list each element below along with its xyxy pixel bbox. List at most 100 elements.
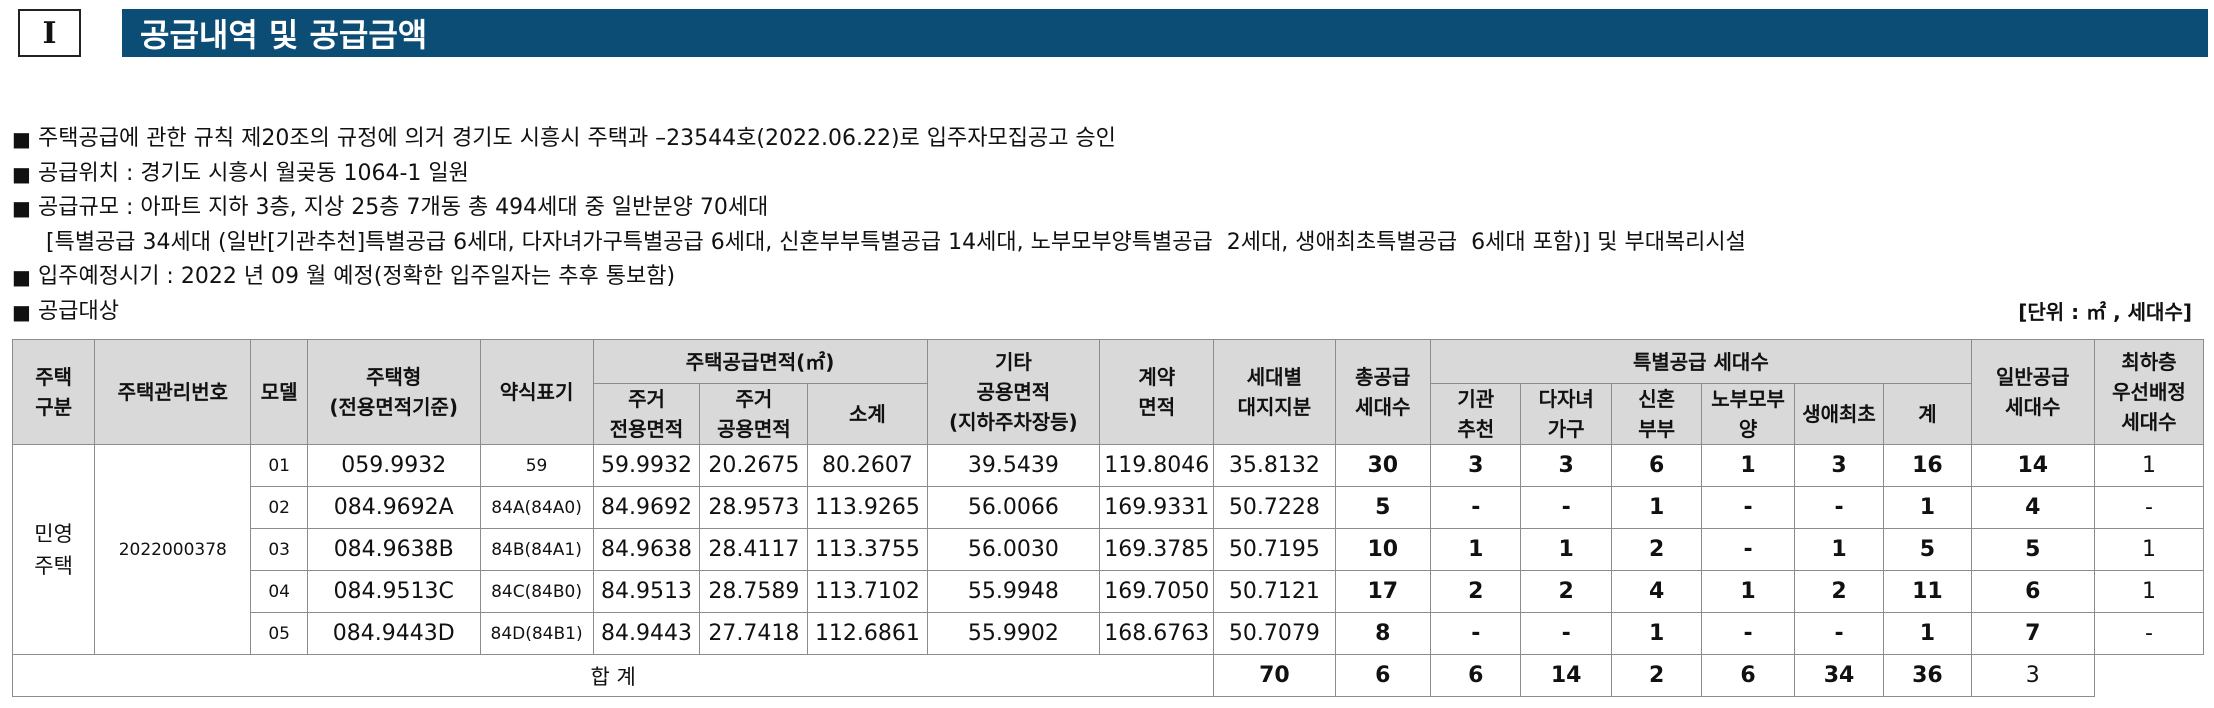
col-sp-agency: 기관 추천 bbox=[1430, 383, 1522, 445]
col-sp-total: 계 bbox=[1883, 383, 1972, 445]
cell-agency: 2 bbox=[1430, 570, 1522, 613]
cell-sp-sum: 1 bbox=[1883, 486, 1972, 529]
bullet-approval: ■ 주택공급에 관한 규칙 제20조의 규정에 의거 경기도 시흥시 주택과 –… bbox=[12, 122, 2202, 157]
cell-contract: 119.8046 bbox=[1099, 444, 1215, 487]
total-multichild-sum: 6 bbox=[1430, 654, 1522, 697]
col-mgmt-no: 주택관리번호 bbox=[94, 339, 252, 445]
cell-land: 35.8132 bbox=[1213, 444, 1336, 487]
total-special-sum: 34 bbox=[1793, 654, 1885, 697]
cell-firsttime: 1 bbox=[1793, 528, 1885, 571]
col-area-common: 주거 공용면적 bbox=[699, 383, 809, 445]
square-bullet-icon: ■ bbox=[12, 127, 31, 151]
cell-parents: 1 bbox=[1701, 570, 1795, 613]
supply-info-list: ■ 주택공급에 관한 규칙 제20조의 규정에 의거 경기도 시흥시 주택과 –… bbox=[12, 122, 2202, 329]
cell-house-type: 084.9692A bbox=[306, 486, 481, 529]
cell-firsttime: 2 bbox=[1793, 570, 1885, 613]
cell-model: 04 bbox=[250, 570, 308, 613]
cell-contract: 169.7050 bbox=[1099, 570, 1215, 613]
cell-short: 84A(84A0) bbox=[479, 486, 594, 529]
total-firsttime-sum: 6 bbox=[1701, 654, 1795, 697]
cell-total: 8 bbox=[1334, 612, 1432, 655]
bullet-scale-detail: [특별공급 34세대 (일반[기관추천]특별공급 6세대, 다자녀가구특별공급 … bbox=[46, 229, 1746, 255]
section-title: 공급내역 및 공급금액 bbox=[140, 16, 428, 54]
total-supply-sum: 70 bbox=[1213, 654, 1336, 697]
cell-parents: 1 bbox=[1701, 444, 1795, 487]
col-sp-newlywed: 신혼 부부 bbox=[1610, 383, 1703, 445]
section-number-box: Ⅰ bbox=[18, 9, 81, 57]
cell-firsttime: - bbox=[1793, 486, 1885, 529]
cell-short: 84D(84B1) bbox=[479, 612, 594, 655]
cell-total: 30 bbox=[1334, 444, 1432, 487]
cell-land: 50.7079 bbox=[1213, 612, 1336, 655]
cell-multichild: 3 bbox=[1520, 444, 1612, 487]
cell-lowest: 1 bbox=[2093, 570, 2205, 613]
bullet-move-in: ■ 입주예정시기 : 2022 년 09 월 예정(정확한 입주일자는 추후 통… bbox=[12, 260, 2202, 295]
cell-other: 55.9948 bbox=[926, 570, 1101, 613]
cell-model: 03 bbox=[250, 528, 308, 571]
cell-agency: 3 bbox=[1430, 444, 1522, 487]
table-row: 04 084.9513C 84C(84B0) 84.9513 28.7589 1… bbox=[13, 570, 2205, 613]
cell-lowest: 1 bbox=[2093, 528, 2205, 571]
bullet-scale: ■ 공급규모 : 아파트 지하 3층, 지상 25층 7개동 총 494세대 중… bbox=[12, 191, 2202, 226]
cell-sp-sum: 11 bbox=[1883, 570, 1972, 613]
cell-multichild: - bbox=[1520, 486, 1612, 529]
cell-common: 28.9573 bbox=[699, 486, 809, 529]
cell-parents: - bbox=[1701, 612, 1795, 655]
cell-multichild: 2 bbox=[1520, 570, 1612, 613]
cell-multichild: 1 bbox=[1520, 528, 1612, 571]
cell-agency: - bbox=[1430, 612, 1522, 655]
cell-house-type: 084.9513C bbox=[306, 570, 481, 613]
cell-newlywed: 1 bbox=[1610, 612, 1703, 655]
cell-short: 84C(84B0) bbox=[479, 570, 594, 613]
table-row: 03 084.9638B 84B(84A1) 84.9638 28.4117 1… bbox=[13, 528, 2205, 571]
cell-lowest: - bbox=[2093, 486, 2205, 529]
col-short: 약식표기 bbox=[479, 339, 594, 445]
cell-contract: 169.3785 bbox=[1099, 528, 1215, 571]
cell-parents: - bbox=[1701, 528, 1795, 571]
col-house-type: 주택형 (전용면적기준) bbox=[306, 339, 481, 445]
cell-mgmt-no: 2022000378 bbox=[94, 444, 252, 655]
col-group-supply-area: 주택공급면적(㎡) bbox=[592, 339, 928, 384]
table-row: 02 084.9692A 84A(84A0) 84.9692 28.9573 1… bbox=[13, 486, 2205, 529]
cell-newlywed: 2 bbox=[1610, 528, 1703, 571]
total-lowest-sum: 3 bbox=[1970, 654, 2095, 697]
col-other-common: 기타 공용면적 (지하주차장등) bbox=[926, 339, 1101, 445]
col-land-share: 세대별 대지지분 bbox=[1213, 339, 1336, 445]
cell-general: 5 bbox=[1970, 528, 2095, 571]
col-sp-firsttime: 생애최초 bbox=[1793, 383, 1885, 445]
cell-land: 50.7228 bbox=[1213, 486, 1336, 529]
bullet-target: ■ 공급대상 [단위 : ㎡ , 세대수] bbox=[12, 295, 2202, 330]
cell-parents: - bbox=[1701, 486, 1795, 529]
cell-model: 02 bbox=[250, 486, 308, 529]
cell-short: 59 bbox=[479, 444, 594, 487]
cell-sp-sum: 16 bbox=[1883, 444, 1972, 487]
unit-label: [단위 : ㎡ , 세대수] bbox=[2018, 299, 2192, 324]
cell-house-type: 084.9638B bbox=[306, 528, 481, 571]
square-bullet-icon: ■ bbox=[12, 161, 31, 186]
cell-common: 20.2675 bbox=[699, 444, 809, 487]
cell-common: 27.7418 bbox=[699, 612, 809, 655]
cell-lowest: - bbox=[2093, 612, 2205, 655]
cell-house-type: 084.9443D bbox=[306, 612, 481, 655]
col-contract-area: 계약 면적 bbox=[1099, 339, 1215, 445]
square-bullet-icon: ■ bbox=[12, 265, 31, 289]
col-lowest-floor: 최하층 우선배정 세대수 bbox=[2093, 339, 2205, 445]
cell-agency: 1 bbox=[1430, 528, 1522, 571]
cell-other: 56.0030 bbox=[926, 528, 1101, 571]
cell-other: 55.9902 bbox=[926, 612, 1101, 655]
bullet-location: ■ 공급위치 : 경기도 시흥시 월곶동 1064-1 일원 bbox=[12, 157, 2202, 192]
cell-agency: - bbox=[1430, 486, 1522, 529]
totals-label: 합 계 bbox=[11, 654, 1215, 697]
cell-sp-sum: 1 bbox=[1883, 612, 1972, 655]
col-total-supply: 총공급 세대수 bbox=[1334, 339, 1432, 445]
col-area-subtotal: 소계 bbox=[807, 383, 928, 445]
total-agency-sum: 6 bbox=[1334, 654, 1432, 697]
cell-general: 6 bbox=[1970, 570, 2095, 613]
cell-private: 59.9932 bbox=[592, 444, 701, 487]
cell-total: 17 bbox=[1334, 570, 1432, 613]
cell-newlywed: 1 bbox=[1610, 486, 1703, 529]
col-group-special: 특별공급 세대수 bbox=[1430, 339, 1972, 384]
cell-multichild: - bbox=[1520, 612, 1612, 655]
cell-general: 14 bbox=[1970, 444, 2095, 487]
cell-firsttime: - bbox=[1793, 612, 1885, 655]
